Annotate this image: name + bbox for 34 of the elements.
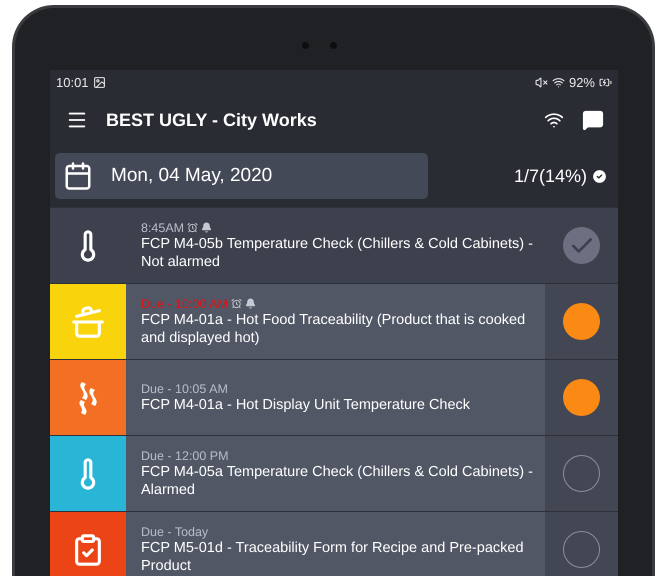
check-circle-icon (591, 168, 608, 184)
due-time: 8:45AM (141, 220, 184, 234)
task-title: FCP M4-05a Temperature Check (Chillers & Cold Cabinets) - Alarmed (141, 462, 533, 498)
pending-status-button[interactable] (563, 303, 600, 340)
pending-status-button[interactable] (563, 379, 600, 416)
task-row[interactable]: Due - 10:05 AM FCP M4-01a - Hot Display Unit Temperature Check (50, 359, 618, 435)
clock-text: 10:01 (56, 75, 89, 90)
task-row[interactable]: Due - 10:00 AM FCP M4-01a - Hot Food Traceability (Product that is cooked and displayed hot) (50, 283, 618, 359)
task-row[interactable]: Due - 12:00 PM FCP M4-05a Temperature Check (Chillers & Cold Cabinets) - Alarmed (50, 435, 618, 511)
image-icon (92, 76, 106, 89)
done-status-button[interactable] (563, 227, 600, 264)
due-time: Due - 12:00 PM (141, 448, 229, 462)
mute-icon (534, 76, 548, 89)
battery-icon (599, 76, 612, 89)
date-field[interactable]: Mon, 04 May, 2020 (55, 153, 428, 199)
bell-icon (201, 222, 212, 233)
cooking-pot-icon (71, 304, 105, 338)
progress-text: 1/7(14%) (514, 166, 587, 186)
task-title: FCP M5-01d - Traceability Form for Recipe and Pre-packed Product (141, 539, 525, 574)
calendar-icon (63, 161, 93, 191)
task-title: FCP M4-01a - Hot Display Unit Temperature Check (141, 396, 472, 414)
task-title: FCP M4-05b Temperature Check (Chillers & Cold Cabinets) - Not alarmed (141, 234, 533, 270)
bell-icon (244, 298, 256, 309)
task-title: FCP M4-01a - Hot Food Traceability (Product that is cooked and displayed hot) (141, 310, 526, 346)
open-status-button[interactable] (563, 455, 600, 492)
battery-text: 92% (568, 75, 595, 90)
due-time: Due - 10:05 AM (141, 382, 228, 396)
open-status-button[interactable] (563, 531, 600, 568)
task-row[interactable]: 8:45AM FCP M4-05b Temperature Check (Chillers & Cold Cabinets) - Not alarmed (50, 207, 618, 283)
task-row[interactable]: Due - Today FCP M5-01d - Traceability Form for Recipe and Pre-packed Product (50, 511, 618, 576)
due-time: Due - 10:00 AM (141, 296, 228, 310)
app-title: BEST UGLY - City Works (106, 110, 318, 130)
due-time: Due - Today (141, 524, 208, 538)
message-icon[interactable] (582, 109, 604, 131)
